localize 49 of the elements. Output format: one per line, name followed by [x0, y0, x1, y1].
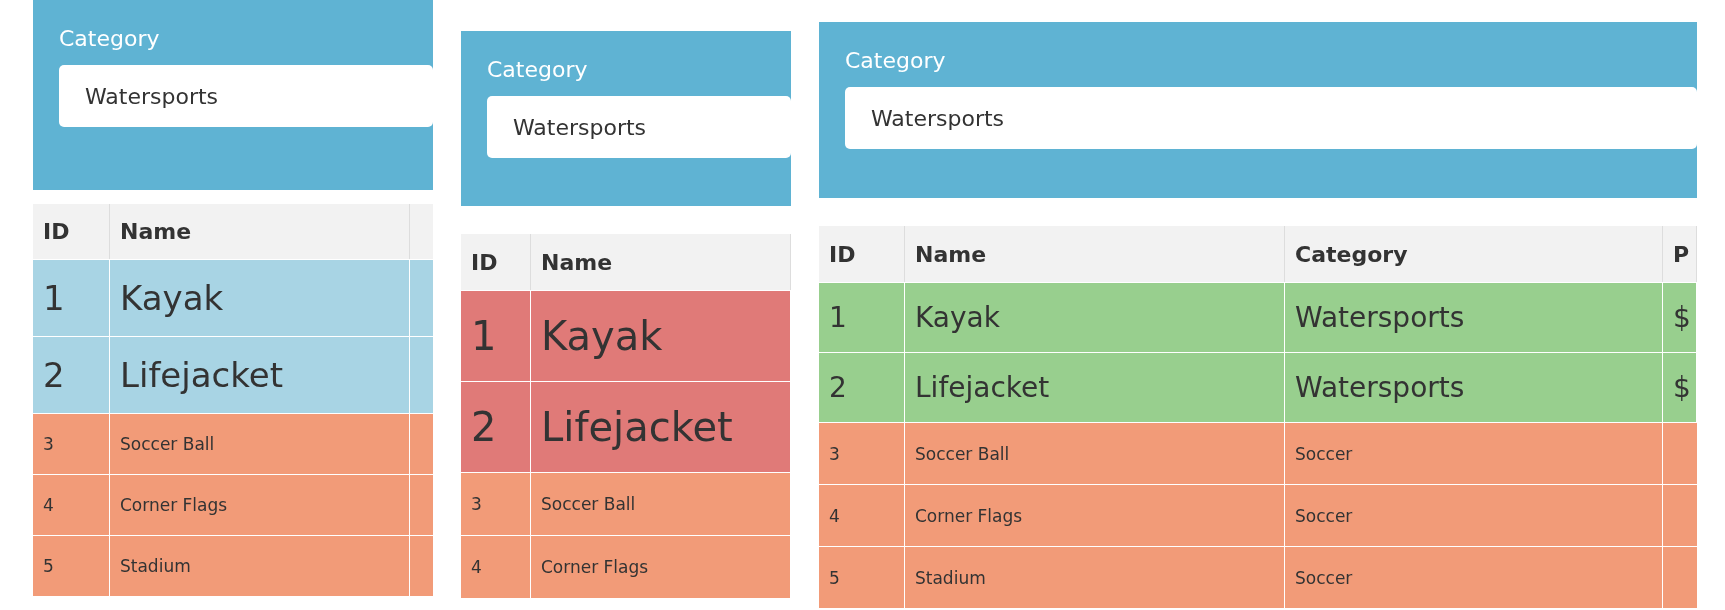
column-header: ID — [471, 249, 498, 275]
category-field[interactable]: Watersports — [487, 96, 791, 158]
table-cell: 3 — [829, 443, 840, 464]
column-header: Name — [915, 241, 987, 267]
table-cell: 2 — [471, 404, 497, 450]
column-header: ID — [829, 241, 856, 267]
category-field[interactable]: Watersports — [845, 87, 1697, 149]
table-cell: 2 — [43, 355, 65, 395]
table-cell: Watersports — [1295, 371, 1465, 404]
table-cell: $ — [1673, 301, 1691, 334]
table-cell: 1 — [829, 301, 847, 334]
table-cell: Stadium — [915, 567, 986, 588]
table-cell: 1 — [43, 278, 65, 318]
table-cell: Lifejacket — [915, 371, 1050, 404]
table-cell: Corner Flags — [120, 495, 228, 515]
table-cell: Soccer — [1295, 567, 1353, 588]
category-field[interactable]: Watersports — [59, 65, 433, 127]
filter-label: Category — [845, 48, 946, 73]
table-cell: 3 — [471, 494, 482, 514]
column-header: Name — [120, 219, 192, 244]
filter-label: Category — [59, 26, 160, 51]
table-cell: 3 — [43, 434, 54, 454]
table-cell: Soccer Ball — [541, 494, 636, 514]
table-cell: 5 — [43, 556, 54, 576]
column-header: Name — [541, 249, 613, 275]
filter-label: Category — [487, 57, 588, 82]
table-cell: Corner Flags — [915, 505, 1023, 526]
table-cell: Soccer — [1295, 443, 1353, 464]
table-cell: 5 — [829, 567, 840, 588]
table-cell: Corner Flags — [541, 557, 649, 577]
table-cell: Kayak — [541, 313, 663, 359]
table-cell: Soccer Ball — [120, 434, 215, 454]
table-cell: Soccer Ball — [915, 443, 1010, 464]
table-cell: 4 — [829, 505, 840, 526]
column-header: Category — [1295, 241, 1408, 267]
table-cell: Soccer — [1295, 505, 1353, 526]
table-cell: Kayak — [120, 278, 224, 318]
column-header: ID — [43, 219, 70, 244]
table-cell: Kayak — [915, 301, 1000, 334]
table-cell: Lifejacket — [541, 404, 733, 450]
table-cell: 4 — [471, 557, 482, 577]
table-cell: Stadium — [120, 556, 191, 576]
table-cell: 4 — [43, 495, 54, 515]
table-cell: Watersports — [1295, 301, 1465, 334]
table-cell: 2 — [829, 371, 847, 404]
table-cell: 1 — [471, 313, 497, 359]
column-header: P — [1673, 241, 1690, 267]
table-cell: $ — [1673, 371, 1691, 404]
table-cell: Lifejacket — [120, 355, 283, 395]
